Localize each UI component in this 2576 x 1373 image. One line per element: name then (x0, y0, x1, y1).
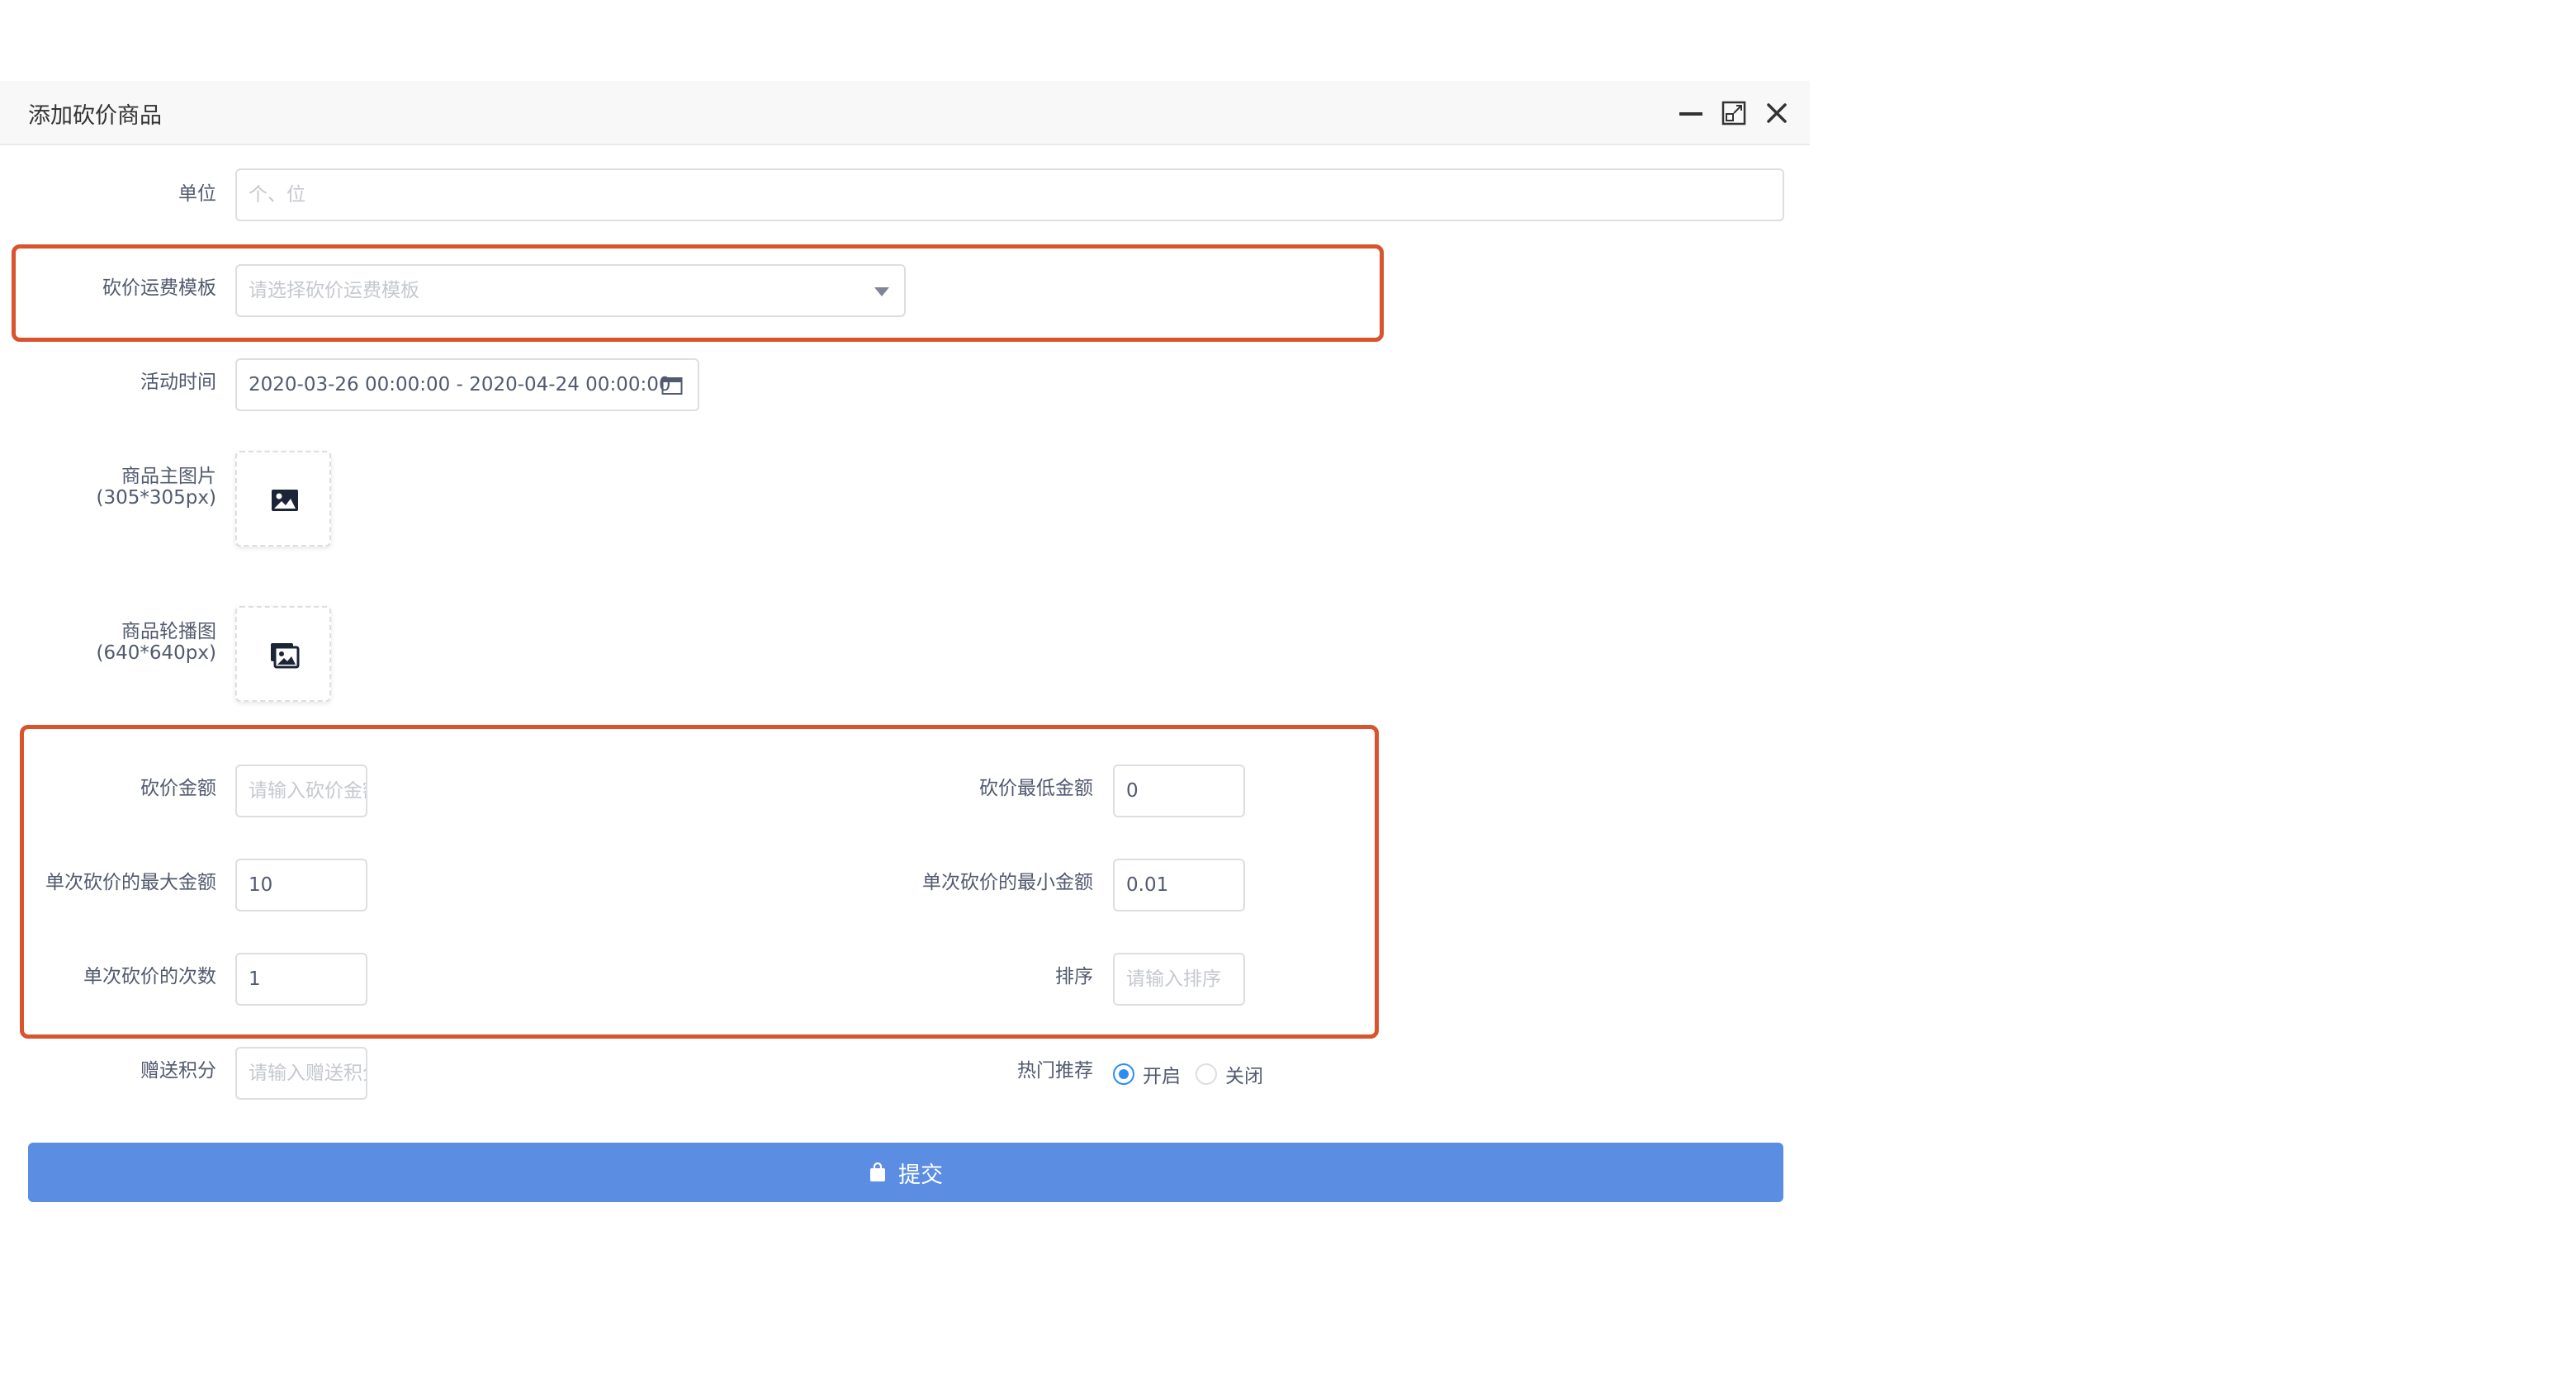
submit-button[interactable]: 提交 (28, 1143, 1783, 1202)
hot-recommend-off-label: 关闭 (1225, 1066, 1263, 1087)
images-icon (271, 643, 300, 669)
hot-recommend-on[interactable]: 开启 (1113, 1060, 1181, 1088)
single-max-amount-label: 单次砍价的最大金额 (45, 872, 216, 893)
freight-template-select[interactable]: 请选择砍价运费模板 (235, 264, 906, 317)
min-bargain-amount-input[interactable]: 0 (1113, 765, 1245, 817)
carousel-image-label-title: 商品轮播图 (121, 621, 216, 642)
radio-unchecked-icon (1196, 1063, 1217, 1085)
single-min-amount-label: 单次砍价的最小金额 (922, 872, 1093, 893)
main-image-label-size: (305*305px) (96, 487, 216, 509)
unit-label: 单位 (178, 183, 216, 205)
submit-label: 提交 (898, 1162, 943, 1188)
activity-time-label: 活动时间 (140, 372, 216, 393)
hot-recommend-off[interactable]: 关闭 (1196, 1060, 1263, 1088)
hot-recommend-label: 热门推荐 (1017, 1060, 1093, 1082)
chevron-down-icon (874, 287, 889, 296)
gift-points-input[interactable]: 请输入赠送积分 (235, 1047, 367, 1100)
single-times-input[interactable]: 1 (235, 953, 367, 1006)
add-bargain-product-dialog: 添加砍价商品 单位 个、位 砍价运费模板 请选择砍价运费模板 活动时间 2020… (0, 81, 1810, 1237)
unit-input[interactable]: 个、位 (235, 168, 1784, 221)
single-min-amount-input[interactable]: 0.01 (1113, 859, 1245, 911)
hot-recommend-on-label: 开启 (1143, 1066, 1181, 1087)
bag-icon (870, 1162, 885, 1181)
main-image-label: 商品主图片 (305*305px) (0, 466, 216, 509)
min-bargain-amount-label: 砍价最低金额 (979, 778, 1093, 799)
maximize-icon[interactable] (1718, 97, 1750, 129)
carousel-image-label-size: (640*640px) (96, 642, 216, 664)
single-max-amount-input[interactable]: 10 (235, 859, 367, 911)
sort-input[interactable]: 请输入排序 (1113, 953, 1245, 1006)
bargain-amount-label: 砍价金额 (140, 778, 216, 799)
image-icon (272, 490, 298, 511)
sort-label: 排序 (1055, 966, 1093, 987)
freight-template-label: 砍价运费模板 (102, 277, 216, 299)
freight-template-placeholder: 请选择砍价运费模板 (249, 280, 419, 301)
main-image-label-title: 商品主图片 (121, 466, 216, 487)
dialog-title: 添加砍价商品 (28, 103, 162, 129)
carousel-image-label: 商品轮播图 (640*640px) (0, 621, 216, 664)
single-times-label: 单次砍价的次数 (83, 966, 216, 987)
close-icon[interactable] (1761, 97, 1792, 129)
dialog-titlebar: 添加砍价商品 (0, 81, 1810, 145)
activity-time-picker[interactable]: 2020-03-26 00:00:00 - 2020-04-24 00:00:0… (235, 358, 699, 411)
radio-checked-icon (1113, 1063, 1134, 1085)
minimize-icon[interactable] (1675, 97, 1707, 129)
calendar-icon (661, 377, 683, 395)
carousel-image-upload[interactable] (235, 606, 331, 702)
bargain-amount-input[interactable]: 请输入砍价金额 (235, 765, 367, 817)
gift-points-label: 赠送积分 (140, 1060, 216, 1082)
activity-time-value: 2020-03-26 00:00:00 - 2020-04-24 00:00:0… (249, 374, 671, 395)
main-image-upload[interactable] (235, 451, 331, 547)
